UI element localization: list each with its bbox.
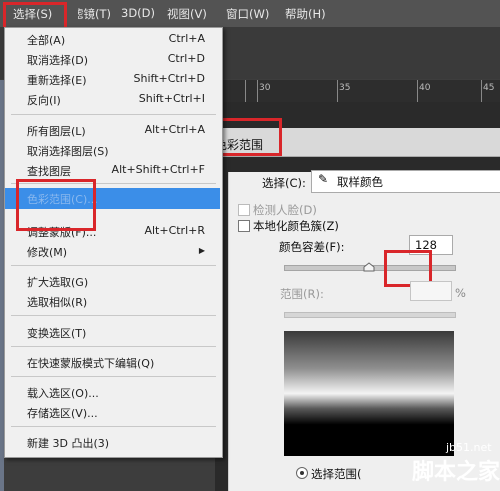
menu-item-save-selection[interactable]: 存储选区(V)...: [5, 403, 220, 421]
menu-item-new-3d-extrusion[interactable]: 新建 3D 凸出(3): [5, 433, 220, 451]
select-dropdown[interactable]: ✎ 取样颜色: [311, 170, 500, 193]
select-dropdown-value: 取样颜色: [337, 175, 383, 189]
ruler-tick: [257, 80, 258, 102]
menu-item-label: 取消选择(D): [27, 54, 89, 67]
menu-item-label: 重新选择(E): [27, 74, 87, 87]
ruler-tick: [245, 80, 246, 102]
selection-radio-label: 选择范围(: [311, 467, 362, 481]
menu-item-reselect[interactable]: 重新选择(E) Shift+Ctrl+D: [5, 70, 220, 88]
selection-radio[interactable]: [296, 467, 308, 479]
select-menu-dropdown: 全部(A) Ctrl+A 取消选择(D) Ctrl+D 重新选择(E) Shift+C…: [4, 27, 223, 458]
menu-item-shortcut: Alt+Shift+Ctrl+F: [111, 163, 205, 176]
menu-item-label: 反向(I): [27, 94, 61, 107]
ruler-tick: [417, 80, 418, 102]
fuzziness-label: 颜色容差(F):: [279, 240, 345, 254]
radio-dot: [300, 471, 304, 475]
detect-faces-checkbox[interactable]: [238, 204, 250, 216]
menu-item-all-layers[interactable]: 所有图层(L) Alt+Ctrl+A: [5, 121, 220, 139]
ruler-label: 40: [419, 83, 431, 93]
menu-item-label: 选取相似(R): [27, 296, 88, 309]
menu-item-all[interactable]: 全部(A) Ctrl+A: [5, 30, 220, 48]
select-label: 选择(C):: [262, 176, 306, 190]
ruler: 30 35 40 45: [215, 80, 500, 103]
menu-item-label: 变换选区(T): [27, 327, 87, 340]
menu-item-label: 在快速蒙版模式下编辑(Q): [27, 357, 155, 370]
menu-item-deselect[interactable]: 取消选择(D) Ctrl+D: [5, 50, 220, 68]
menu-item-modify[interactable]: 修改(M) ▶: [5, 242, 220, 260]
menu-help[interactable]: 帮助(H): [285, 6, 326, 22]
menu-item-inverse[interactable]: 反向(I) Shift+Ctrl+I: [5, 90, 220, 108]
menu-bar: 选择(S) 滤镜(T) 3D(D) 视图(V) 窗口(W) 帮助(H): [0, 0, 500, 27]
watermark-site: jb51.net: [446, 441, 492, 454]
menu-separator: [11, 376, 216, 377]
range-unit: %: [455, 286, 466, 300]
ruler-label: 30: [259, 83, 271, 93]
menu-item-label: 查找图层: [27, 165, 71, 178]
menu-item-label: 新建 3D 凸出(3): [27, 437, 110, 450]
menu-window[interactable]: 窗口(W): [226, 6, 269, 22]
menu-item-grow[interactable]: 扩大选取(G): [5, 272, 220, 290]
range-input[interactable]: [410, 281, 452, 301]
menu-item-shortcut: Ctrl+D: [167, 52, 205, 65]
menu-item-transform-selection[interactable]: 变换选区(T): [5, 323, 220, 341]
menu-item-similar[interactable]: 选取相似(R): [5, 292, 220, 310]
ruler-label: 45: [483, 83, 495, 93]
ruler-tick: [337, 80, 338, 102]
ruler-label: 35: [339, 83, 351, 93]
menu-item-deselect-layers[interactable]: 取消选择图层(S): [5, 141, 220, 159]
range-label: 范围(R):: [280, 287, 324, 301]
localized-clusters-checkbox[interactable]: [238, 220, 250, 232]
menu-item-load-selection[interactable]: 载入选区(O)...: [5, 383, 220, 401]
menu-item-label: 修改(M): [27, 246, 68, 259]
menu-item-label: 存储选区(V)...: [27, 407, 98, 420]
eyedropper-icon: ✎: [318, 172, 329, 186]
menu-separator: [11, 114, 216, 115]
annotation-box-color-range: [16, 179, 96, 231]
menu-item-quick-mask[interactable]: 在快速蒙版模式下编辑(Q): [5, 353, 220, 371]
menu-view[interactable]: 视图(V): [167, 6, 207, 22]
menu-separator: [11, 265, 216, 266]
range-slider-track[interactable]: [284, 312, 456, 318]
fuzziness-slider-thumb[interactable]: [363, 262, 375, 272]
detect-faces-label: 检测人脸(D): [253, 203, 317, 217]
selection-preview: [284, 331, 454, 456]
menu-item-label: 所有图层(L): [27, 125, 86, 138]
ruler-tick: [481, 80, 482, 102]
menu-item-label: 扩大选取(G): [27, 276, 89, 289]
menu-separator: [11, 346, 216, 347]
menu-item-find-layers[interactable]: 查找图层 Alt+Shift+Ctrl+F: [5, 161, 220, 179]
submenu-arrow-icon: ▶: [198, 246, 205, 255]
menu-filter[interactable]: 滤镜(T): [78, 6, 111, 22]
menu-separator: [11, 315, 216, 316]
menu-item-shortcut: Shift+Ctrl+D: [133, 72, 205, 85]
menu-item-shortcut: Alt+Ctrl+R: [144, 224, 205, 237]
menu-separator: [11, 426, 216, 427]
menu-3d[interactable]: 3D(D): [121, 6, 155, 20]
watermark-name: 脚本之家: [412, 460, 500, 485]
menu-item-shortcut: Shift+Ctrl+I: [138, 92, 205, 105]
menu-item-shortcut: Ctrl+A: [168, 32, 205, 45]
menu-item-label: 载入选区(O)...: [27, 387, 99, 400]
menu-item-label: 全部(A): [27, 34, 66, 47]
menu-item-shortcut: Alt+Ctrl+A: [144, 123, 205, 136]
localized-clusters-label: 本地化颜色簇(Z): [253, 219, 339, 233]
menu-item-label: 取消选择图层(S): [27, 145, 109, 158]
